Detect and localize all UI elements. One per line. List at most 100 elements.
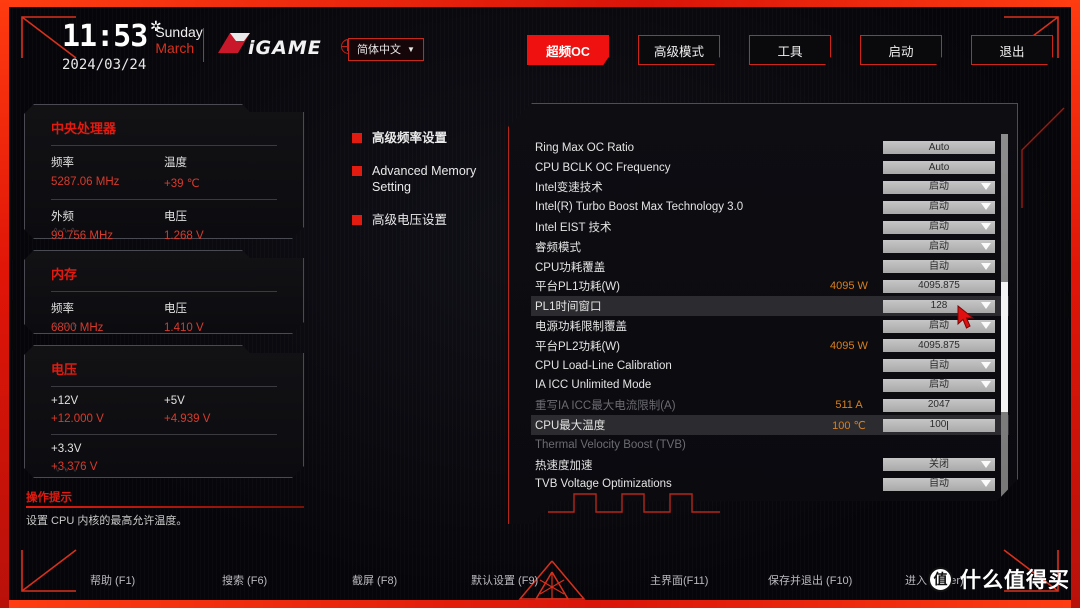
setting-value-field[interactable]: Auto (883, 161, 995, 175)
setting-dropdown[interactable]: 启动 (883, 378, 995, 392)
divider (51, 434, 277, 435)
card-decoration: ∿∿∿ (53, 225, 79, 235)
memory-info-card: 内存 频率 6800 MHz 电压 1.410 V ∿∿∿ (24, 250, 304, 334)
setting-value: 启动 (929, 320, 949, 332)
bottom-accent-strip (0, 600, 1080, 608)
bios-root: 11:53 2024/03/24 Sunday March ✲ iGAME 简体… (0, 0, 1080, 608)
card-decoration: ∿∿∿ (53, 464, 79, 474)
setting-row[interactable]: CPU Load-Line Calibration 自动 (531, 356, 1009, 376)
tab-tools[interactable]: 工具 (749, 35, 831, 65)
footer-screenshot[interactable]: 截屏 (F8) (352, 572, 397, 588)
setting-value: Auto (928, 141, 950, 153)
setting-value-field[interactable]: 4095.875 (883, 279, 995, 293)
setting-dropdown[interactable]: 自动 (883, 359, 995, 373)
setting-row[interactable]: Intel EIST 技术 启动 (531, 217, 1009, 237)
setting-row[interactable]: Thermal Velocity Boost (TVB) (531, 435, 1009, 455)
right-accent-bar (1071, 0, 1080, 608)
setting-current-info: 4095 W (830, 280, 868, 293)
setting-row[interactable]: 热速度加速 关闭 (531, 455, 1009, 475)
chevron-down-icon (981, 183, 991, 191)
sidebar-item-advanced-memory[interactable]: Advanced Memory Setting (352, 163, 502, 196)
setting-dropdown[interactable]: 启动 (883, 240, 995, 254)
setting-dropdown[interactable]: 关闭 (883, 458, 995, 472)
setting-value: 启动 (929, 181, 949, 193)
tab-oc[interactable]: 超频OC (527, 35, 609, 65)
setting-label: CPU Load-Line Calibration (535, 359, 672, 372)
setting-dropdown[interactable]: 自动 (883, 260, 995, 274)
tab-exit[interactable]: 退出 (971, 35, 1053, 65)
footer-defaults[interactable]: 默认设置 (F9) (471, 572, 538, 588)
language-value: 简体中文 (357, 44, 401, 56)
setting-dropdown[interactable]: 启动 (883, 180, 995, 194)
watermark-text: 什么值得买 (960, 569, 1070, 592)
footer-main-ui[interactable]: 主界面(F11) (650, 572, 708, 588)
logo-mark-icon (218, 32, 250, 53)
divider (51, 291, 277, 292)
chevron-down-icon (981, 203, 991, 211)
left-edge-notch-2 (9, 300, 15, 350)
scrollbar-track[interactable] (1001, 134, 1008, 506)
setting-row[interactable]: 睿频模式 启动 (531, 237, 1009, 257)
setting-row[interactable]: Intel(R) Turbo Boost Max Technology 3.0 启… (531, 197, 1009, 217)
setting-value-field[interactable]: Auto (883, 141, 995, 155)
setting-row[interactable]: CPU BCLK OC Frequency Auto (531, 158, 1009, 178)
setting-label: Intel变速技术 (535, 182, 603, 195)
footer-help[interactable]: 帮助 (F1) (90, 572, 135, 588)
cpu-temp-label: 温度 (164, 157, 187, 169)
setting-row[interactable]: Ring Max OC Ratio Auto (531, 138, 1009, 158)
setting-label: PL1时间窗口 (535, 301, 602, 314)
setting-row[interactable]: IA ICC Unlimited Mode 启动 (531, 376, 1009, 396)
setting-value-field[interactable]: 2047 (883, 398, 995, 412)
setting-row[interactable]: 电源功耗限制覆盖 启动 (531, 316, 1009, 336)
setting-value: 自动 (929, 478, 949, 490)
clock-month: March (155, 40, 195, 56)
sidebar-item-advanced-voltage[interactable]: 高级电压设置 (352, 212, 502, 229)
setting-dropdown[interactable]: 启动 (883, 200, 995, 214)
setting-value-field[interactable]: 100 (883, 418, 995, 432)
setting-label: CPU功耗覆盖 (535, 261, 606, 274)
setting-value-field[interactable]: 4095.875 (883, 339, 995, 353)
setting-value: 4095.875 (918, 339, 960, 351)
language-selector[interactable]: 简体中文 ▼ (348, 38, 424, 61)
setting-row[interactable]: 平台PL2功耗(W) 4095 W 4095.875 (531, 336, 1009, 356)
setting-label: 重写IA ICC最大电流限制(A) (535, 400, 676, 413)
setting-value: 启动 (929, 201, 949, 213)
cpu-bclk-label: 外频 (51, 211, 74, 223)
gear-icon: ✲ (150, 18, 162, 34)
clock-block: 11:53 2024/03/24 Sunday March (62, 22, 203, 74)
setting-current-info: 511 A (835, 399, 863, 412)
section-nav: 高级频率设置 Advanced Memory Setting 高级电压设置 (352, 130, 502, 244)
top-nav: 超频OC 高级模式 工具 启动 退出 (527, 35, 1053, 65)
hint-text: 设置 CPU 内核的最高允许温度。 (26, 515, 188, 527)
footer-search[interactable]: 搜索 (F6) (222, 572, 267, 588)
mouse-cursor-icon (957, 305, 975, 329)
setting-label: 平台PL1功耗(W) (535, 281, 620, 294)
tab-tools-label: 工具 (777, 44, 803, 59)
chevron-down-icon (981, 322, 991, 330)
card-decoration: ∿∿∿ (53, 320, 79, 330)
setting-dropdown[interactable]: 自动 (883, 477, 995, 491)
square-bullet-icon (352, 133, 362, 143)
tab-advanced-mode[interactable]: 高级模式 (638, 35, 720, 65)
setting-row[interactable]: CPU最大温度 100 ℃ 100 (531, 415, 1009, 435)
cpu-freq-value: 5287.06 MHz (51, 176, 120, 188)
setting-value: 自动 (929, 359, 949, 371)
tab-boot[interactable]: 启动 (860, 35, 942, 65)
setting-row[interactable]: Intel变速技术 启动 (531, 178, 1009, 198)
setting-row[interactable]: 重写IA ICC最大电流限制(A) 511 A 2047 (531, 395, 1009, 415)
setting-row[interactable]: CPU功耗覆盖 自动 (531, 257, 1009, 277)
footer-save-exit[interactable]: 保存并退出 (F10) (768, 572, 852, 588)
setting-label: Ring Max OC Ratio (535, 141, 635, 154)
scrollbar-thumb[interactable] (1001, 282, 1008, 412)
sidebar-item-advanced-frequency[interactable]: 高级频率设置 (352, 130, 502, 147)
logo-text: iGAME (248, 37, 322, 59)
square-bullet-icon (352, 214, 362, 225)
sidebar-item-label: Advanced Memory Setting (372, 163, 477, 195)
setting-value: 128 (930, 300, 948, 312)
setting-row[interactable]: 平台PL1功耗(W) 4095 W 4095.875 (531, 277, 1009, 297)
setting-value: 启动 (929, 240, 949, 252)
cpu-info-card: 中央处理器 频率 5287.06 MHz 温度 +39 ℃ 外频 99.756 … (24, 104, 304, 239)
chevron-down-icon (981, 460, 991, 468)
setting-dropdown[interactable]: 启动 (883, 220, 995, 234)
setting-row[interactable]: PL1时间窗口 128 (531, 296, 1009, 317)
